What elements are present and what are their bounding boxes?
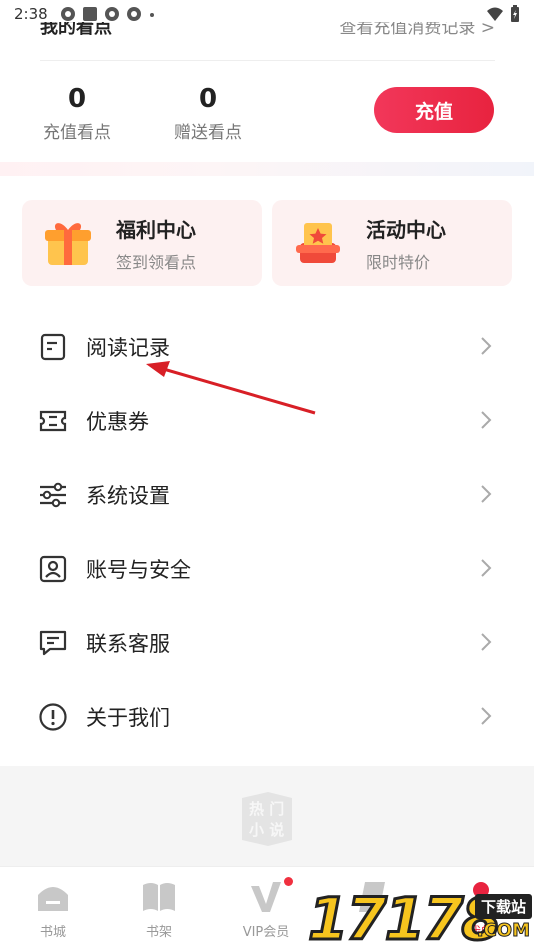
notification-icon <box>126 7 141 21</box>
notification-dot <box>284 877 293 886</box>
section-band <box>0 162 534 176</box>
menu-label: 优惠券 <box>86 410 149 434</box>
chevron-right-icon <box>481 411 492 429</box>
menu-label: 关于我们 <box>86 706 170 730</box>
menu-label: 账号与安全 <box>86 558 191 582</box>
welfare-center-title: 福利中心 <box>116 217 196 242</box>
points-history-link[interactable]: 查看充值消费记录 > <box>339 22 495 38</box>
status-time: 2:38 <box>14 5 48 23</box>
gift-points-label: 赠送看点 <box>174 123 242 143</box>
app-logo: 热 门 小 说 <box>242 792 292 846</box>
menu-label: 联系客服 <box>86 632 170 656</box>
tab-bookshelf[interactable]: 书架 <box>106 873 212 943</box>
chevron-right-icon <box>481 707 492 725</box>
points-title: 我的看点 <box>40 22 112 38</box>
tab-bookstore[interactable]: 书城 <box>0 873 106 943</box>
gift-box-icon <box>45 223 91 265</box>
vip-icon <box>246 877 286 917</box>
status-icons <box>60 6 156 22</box>
watermark-digits: 17178 <box>307 885 504 950</box>
dot-icon <box>149 13 154 17</box>
watermark-tag: 下载站 <box>474 894 532 919</box>
square-icon <box>82 7 97 21</box>
tab-label: 书架 <box>145 925 172 940</box>
menu-item-coupons[interactable]: 优惠券 <box>0 384 534 458</box>
divider <box>40 60 495 61</box>
chevron-right-icon <box>481 559 492 577</box>
battery-icon <box>511 5 519 22</box>
watermark-com: .COM <box>476 920 530 942</box>
menu-item-about-us[interactable]: 关于我们 <box>0 680 534 754</box>
tab-vip[interactable]: VIP会员 <box>213 873 319 943</box>
notification-icon <box>60 7 75 21</box>
recharge-points-label: 充值看点 <box>43 123 111 143</box>
account-icon <box>38 554 68 584</box>
menu-item-account-security[interactable]: 账号与安全 <box>0 532 534 606</box>
chevron-right-icon <box>481 337 492 355</box>
menu-item-reading-record[interactable]: 阅读记录 <box>0 310 534 384</box>
recharge-points-stat: 0 充值看点 <box>22 84 132 143</box>
wifi-icon <box>487 7 503 21</box>
welfare-center-card[interactable]: 福利中心 签到领看点 <box>22 200 262 286</box>
activity-box-icon <box>296 223 340 263</box>
status-right <box>486 5 520 23</box>
site-watermark: 17178 下载站 .COM <box>307 880 534 950</box>
chevron-right-icon <box>481 633 492 651</box>
info-icon <box>38 702 68 732</box>
notification-icon <box>104 7 119 21</box>
reading-record-icon <box>38 332 68 362</box>
book-icon <box>139 877 179 917</box>
activity-center-card[interactable]: 活动中心 限时特价 <box>272 200 512 286</box>
coupon-icon <box>38 406 68 436</box>
menu-label: 系统设置 <box>86 484 170 508</box>
tab-label: VIP会员 <box>242 925 290 940</box>
chevron-right-icon <box>481 485 492 503</box>
recharge-button[interactable]: 充值 <box>374 87 494 133</box>
activity-center-subtitle: 限时特价 <box>366 252 431 272</box>
chat-icon <box>38 628 68 658</box>
activity-center-title: 活动中心 <box>366 217 446 242</box>
welfare-center-subtitle: 签到领看点 <box>116 252 197 272</box>
menu-item-settings[interactable]: 系统设置 <box>0 458 534 532</box>
svg-text:小 说: 小 说 <box>249 821 284 839</box>
points-header: 我的看点 查看充值消费记录 > <box>40 22 495 40</box>
gift-points-stat: 0 赠送看点 <box>153 84 263 143</box>
menu-item-customer-service[interactable]: 联系客服 <box>0 606 534 680</box>
recharge-points-value: 0 <box>67 84 87 114</box>
settings-sliders-icon <box>38 480 68 510</box>
tab-label: 书城 <box>39 925 66 940</box>
gift-points-value: 0 <box>198 84 218 114</box>
svg-text:热 门: 热 门 <box>249 800 284 818</box>
menu-label: 阅读记录 <box>86 336 170 360</box>
home-icon <box>33 877 73 917</box>
